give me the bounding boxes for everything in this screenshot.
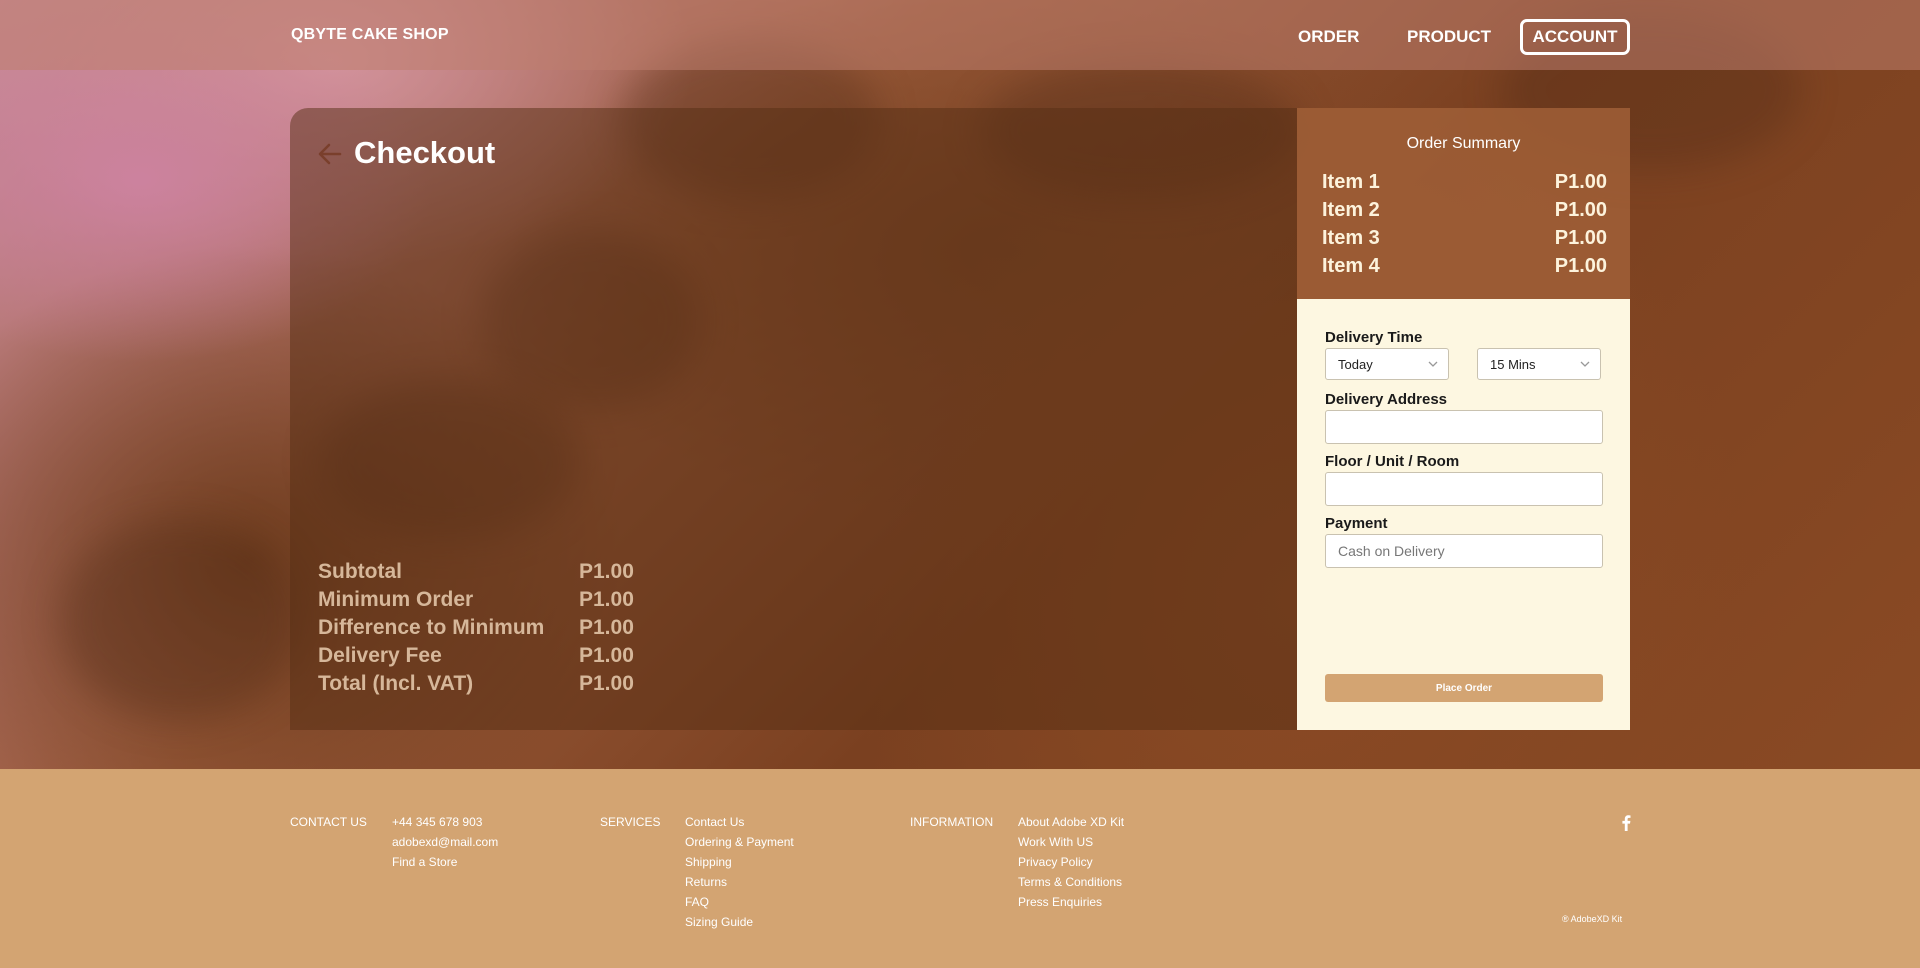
item-name: Item 4 [1322, 254, 1380, 277]
totals-value: P1.00 [579, 616, 634, 639]
top-nav: QBYTE CAKE SHOP ORDER PRODUCT ACCOUNT [0, 0, 1920, 70]
totals-label: Minimum Order [318, 588, 474, 611]
list-item: Item 3 P1.00 [1322, 224, 1607, 252]
nav-product-link[interactable]: PRODUCT [1407, 27, 1491, 47]
totals-label: Difference to Minimum [318, 616, 545, 639]
totals-row: Delivery Fee P1.00 [318, 642, 634, 670]
footer-link[interactable]: Sizing Guide [685, 915, 794, 935]
footer-contact-list: +44 345 678 903 adobexd@mail.com Find a … [392, 815, 498, 875]
delivery-form: Delivery Time Today 15 Mins Delivery Add… [1297, 299, 1630, 730]
facebook-icon[interactable] [1619, 814, 1633, 832]
delivery-eta-value: 15 Mins [1490, 356, 1536, 372]
list-item: Item 1 P1.00 [1322, 168, 1607, 196]
totals-row: Minimum Order P1.00 [318, 586, 634, 614]
item-name: Item 3 [1322, 226, 1380, 249]
chevron-down-icon [1428, 361, 1438, 367]
page-title: Checkout [354, 135, 496, 170]
checkout-panel: Checkout Subtotal P1.00 Minimum Order P1… [290, 108, 1297, 730]
footer-find-store-link[interactable]: Find a Store [392, 855, 498, 875]
item-price: P1.00 [1554, 254, 1607, 277]
totals-label: Subtotal [318, 560, 402, 583]
totals-label: Total (Incl. VAT) [318, 672, 474, 695]
list-item: Item 2 P1.00 [1322, 196, 1607, 224]
footer-link[interactable]: Work With US [1018, 835, 1124, 855]
order-summary: Order Summary Item 1 P1.00 Item 2 P1.00 … [1297, 108, 1630, 299]
totals-row: Difference to Minimum P1.00 [318, 614, 634, 642]
footer-services-heading: SERVICES [600, 815, 661, 829]
footer-link[interactable]: Returns [685, 875, 794, 895]
delivery-address-input[interactable] [1325, 410, 1603, 444]
place-order-button[interactable]: Place Order [1325, 674, 1603, 702]
footer-link[interactable]: Ordering & Payment [685, 835, 794, 855]
order-summary-title: Order Summary [1406, 135, 1521, 152]
footer-link[interactable]: Shipping [685, 855, 794, 875]
footer-link[interactable]: About Adobe XD Kit [1018, 815, 1124, 835]
delivery-day-value: Today [1338, 356, 1373, 372]
delivery-day-select[interactable]: Today [1325, 348, 1449, 380]
payment-input[interactable] [1325, 534, 1603, 568]
totals-value: P1.00 [579, 644, 634, 667]
nav-order-link[interactable]: ORDER [1298, 27, 1359, 47]
back-arrow-icon[interactable] [316, 140, 344, 168]
item-price: P1.00 [1554, 198, 1607, 221]
delivery-address-label: Delivery Address [1325, 391, 1448, 408]
payment-label: Payment [1325, 515, 1388, 532]
footer-services-list: Contact Us Ordering & Payment Shipping R… [685, 815, 794, 935]
order-summary-list: Item 1 P1.00 Item 2 P1.00 Item 3 P1.00 I… [1322, 168, 1607, 280]
floor-unit-input[interactable] [1325, 472, 1603, 506]
footer-link[interactable]: Contact Us [685, 815, 794, 835]
nav-account-button[interactable]: ACCOUNT [1520, 19, 1630, 55]
totals-row: Subtotal P1.00 [318, 558, 634, 586]
footer-link[interactable]: Privacy Policy [1018, 855, 1124, 875]
delivery-time-label: Delivery Time [1325, 329, 1423, 346]
footer-phone-link[interactable]: +44 345 678 903 [392, 815, 498, 835]
totals-value: P1.00 [579, 672, 634, 695]
item-name: Item 1 [1322, 170, 1380, 193]
brand-logo[interactable]: QBYTE CAKE SHOP [291, 26, 449, 44]
footer: CONTACT US +44 345 678 903 adobexd@mail.… [0, 769, 1920, 968]
item-price: P1.00 [1554, 226, 1607, 249]
copyright-text: ® AdobeXD Kit [1562, 914, 1623, 924]
footer-link[interactable]: Terms & Conditions [1018, 875, 1124, 895]
item-price: P1.00 [1554, 170, 1607, 193]
floor-unit-label: Floor / Unit / Room [1325, 453, 1460, 470]
totals-table: Subtotal P1.00 Minimum Order P1.00 Diffe… [318, 558, 634, 698]
footer-contact-heading: CONTACT US [290, 815, 367, 829]
footer-link[interactable]: Press Enquiries [1018, 895, 1124, 915]
background-swirl [60, 520, 300, 720]
totals-label: Delivery Fee [318, 644, 442, 667]
footer-information-heading: INFORMATION [910, 815, 994, 829]
footer-information-list: About Adobe XD Kit Work With US Privacy … [1018, 815, 1124, 915]
chevron-down-icon [1580, 361, 1590, 367]
totals-value: P1.00 [579, 588, 634, 611]
footer-email-link[interactable]: adobexd@mail.com [392, 835, 498, 855]
footer-link[interactable]: FAQ [685, 895, 794, 915]
item-name: Item 2 [1322, 198, 1380, 221]
list-item: Item 4 P1.00 [1322, 252, 1607, 280]
totals-value: P1.00 [579, 560, 634, 583]
totals-row: Total (Incl. VAT) P1.00 [318, 670, 634, 698]
delivery-eta-select[interactable]: 15 Mins [1477, 348, 1601, 380]
